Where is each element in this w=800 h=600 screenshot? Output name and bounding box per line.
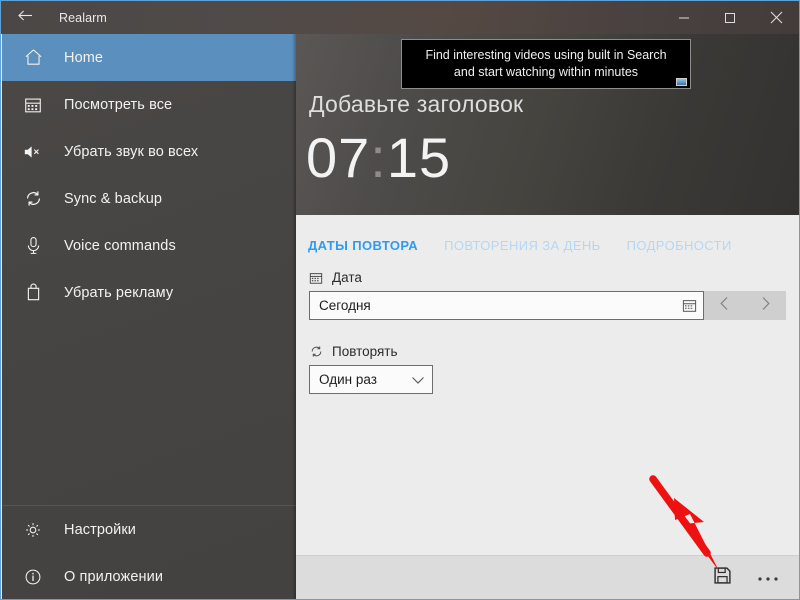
app-window: Realarm Home Посмотреть все Убрать звук … xyxy=(0,0,800,600)
sidebar-item-home[interactable]: Home xyxy=(2,34,296,81)
alarm-form: Дата Сегодня Повторять Один раз xyxy=(296,261,799,394)
date-label-text: Дата xyxy=(332,270,362,285)
sidebar-item-about[interactable]: О приложении xyxy=(2,553,296,599)
window-title: Realarm xyxy=(59,10,107,25)
info-icon xyxy=(2,567,64,587)
alarm-title-input[interactable]: Добавьте заголовок xyxy=(309,91,523,118)
calendar-icon xyxy=(309,271,329,285)
sidebar-item-label: Настройки xyxy=(64,521,136,538)
repeat-icon xyxy=(309,344,329,359)
microphone-icon xyxy=(2,235,64,256)
notification-toast[interactable]: Find interesting videos using built in S… xyxy=(401,39,691,89)
minimize-icon xyxy=(679,17,689,18)
ellipsis-icon xyxy=(757,569,779,587)
date-field-label: Дата xyxy=(309,270,786,285)
sidebar-item-label: Home xyxy=(64,49,104,66)
chevron-left-icon xyxy=(718,296,731,316)
sidebar-item-sync-backup[interactable]: Sync & backup xyxy=(2,175,296,222)
command-bar xyxy=(296,555,799,599)
sidebar-bottom-list: Настройки О приложении xyxy=(2,505,296,599)
sidebar-item-remove-ads[interactable]: Убрать рекламу xyxy=(2,269,296,316)
alarm-clock[interactable]: 07:15 xyxy=(306,130,451,186)
chevron-down-icon xyxy=(411,375,425,385)
tab-bar: ДАТЫ ПОВТОРА ПОВТОРЕНИЯ ЗА ДЕНЬ ПОДРОБНО… xyxy=(296,215,799,261)
close-button[interactable] xyxy=(753,1,799,34)
alarm-minutes[interactable]: 15 xyxy=(387,126,451,189)
tab-details[interactable]: ПОДРОБНОСТИ xyxy=(627,238,732,261)
toast-line-1: Find interesting videos using built in S… xyxy=(425,48,667,62)
date-row: Сегодня xyxy=(309,291,786,320)
sidebar-edge-shadow xyxy=(292,34,296,599)
maximize-button[interactable] xyxy=(707,1,753,34)
tab-repeat-dates[interactable]: ДАТЫ ПОВТОРА xyxy=(308,238,418,261)
date-nav-buttons xyxy=(704,291,786,320)
repeat-label-text: Повторять xyxy=(332,344,398,359)
maximize-icon xyxy=(725,12,735,23)
sidebar-item-label: О приложении xyxy=(64,568,164,585)
sidebar-item-label: Посмотреть все xyxy=(64,96,173,113)
calendar-picker-icon[interactable] xyxy=(682,298,697,313)
back-arrow-icon xyxy=(16,6,35,30)
sidebar-item-label: Voice commands xyxy=(64,237,176,254)
mute-icon xyxy=(2,142,64,162)
sidebar-item-mute-all[interactable]: Убрать звук во всех xyxy=(2,128,296,175)
close-icon xyxy=(770,11,782,24)
sidebar-nav-list: Home Посмотреть все Убрать звук во всех … xyxy=(2,34,296,499)
tab-repeats-per-day[interactable]: ПОВТОРЕНИЯ ЗА ДЕНЬ xyxy=(444,238,601,261)
save-button[interactable] xyxy=(699,556,745,599)
repeat-value: Один раз xyxy=(319,372,377,387)
date-input[interactable]: Сегодня xyxy=(309,291,704,320)
repeat-field-label: Повторять xyxy=(309,344,786,359)
form-spacer xyxy=(309,320,786,344)
sidebar-item-voice-commands[interactable]: Voice commands xyxy=(2,222,296,269)
sidebar: Home Посмотреть все Убрать звук во всех … xyxy=(2,34,296,599)
alarm-colon: : xyxy=(370,126,387,189)
sidebar-item-settings[interactable]: Настройки xyxy=(2,506,296,553)
minimize-button[interactable] xyxy=(661,1,707,34)
alarm-hours[interactable]: 07 xyxy=(306,126,370,189)
save-floppy-icon xyxy=(713,566,732,590)
more-options-button[interactable] xyxy=(745,556,791,599)
date-value: Сегодня xyxy=(319,298,371,313)
sidebar-item-label: Убрать рекламу xyxy=(64,284,174,301)
gear-icon xyxy=(2,520,64,540)
date-prev-button[interactable] xyxy=(707,291,743,320)
toast-thumbnail-icon xyxy=(676,78,687,86)
content-pane: Добавьте заголовок 07:15 Find interestin… xyxy=(296,34,799,599)
toast-text: Find interesting videos using built in S… xyxy=(417,47,674,81)
sidebar-item-view-all[interactable]: Посмотреть все xyxy=(2,81,296,128)
back-button[interactable] xyxy=(1,1,49,34)
calendar-icon xyxy=(2,95,64,115)
sidebar-item-label: Убрать звук во всех xyxy=(64,143,199,160)
home-icon xyxy=(2,47,64,68)
chevron-right-icon xyxy=(759,296,772,316)
date-next-button[interactable] xyxy=(748,291,784,320)
sync-icon xyxy=(2,188,64,209)
shopping-bag-icon xyxy=(2,282,64,303)
alarm-hero: Добавьте заголовок 07:15 Find interestin… xyxy=(296,34,799,215)
title-bar: Realarm xyxy=(1,1,799,34)
toast-line-2: and start watching within minutes xyxy=(453,65,639,79)
sidebar-item-label: Sync & backup xyxy=(64,190,163,207)
repeat-select[interactable]: Один раз xyxy=(309,365,433,394)
